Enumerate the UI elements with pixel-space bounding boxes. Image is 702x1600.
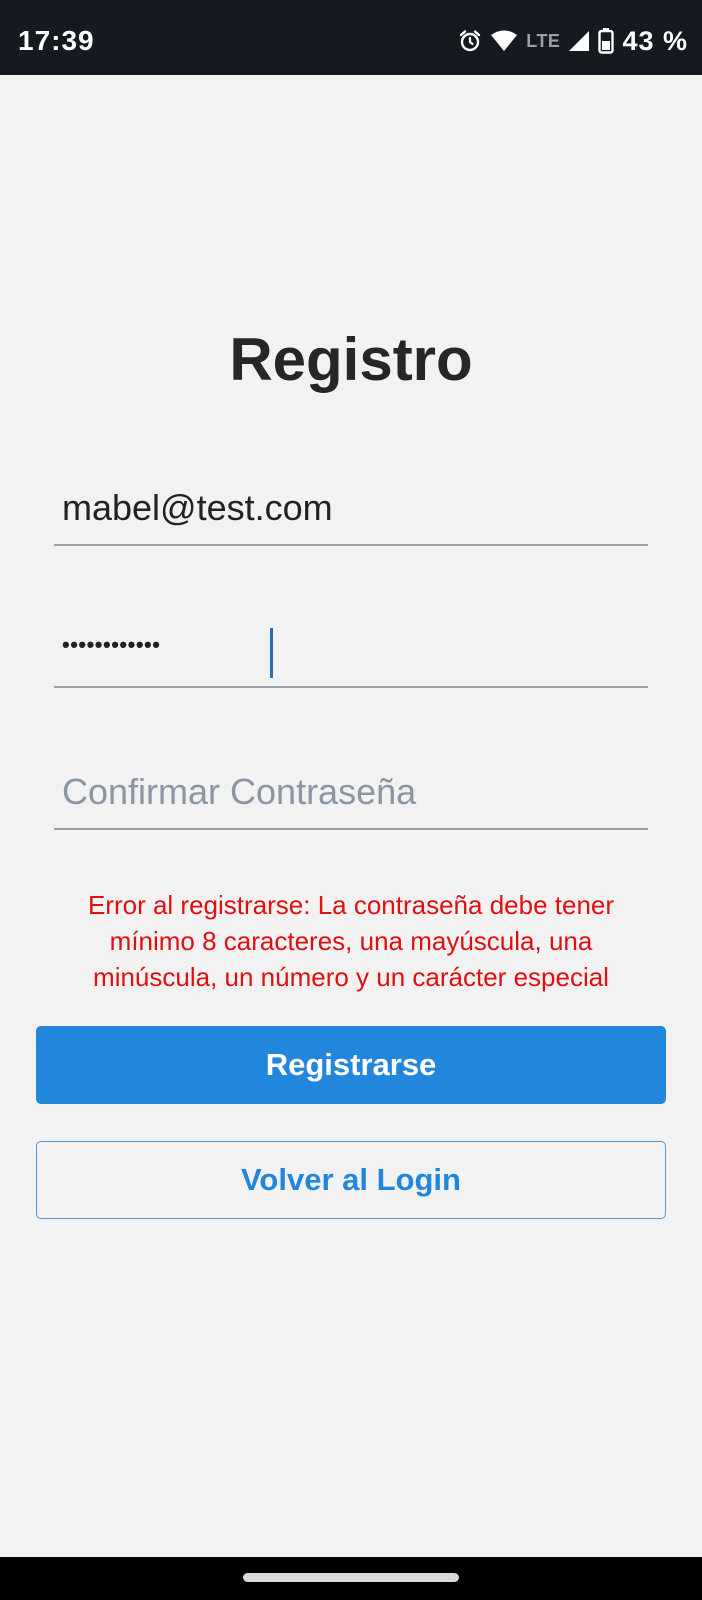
network-type-label: LTE (526, 31, 561, 51)
confirm-password-input[interactable] (62, 758, 642, 826)
error-message: Error al registrarse: La contraseña debe… (87, 890, 615, 992)
register-button[interactable]: Registrarse (36, 1026, 666, 1104)
password-input[interactable]: •••••••••••• (62, 632, 160, 658)
text-cursor (270, 628, 273, 678)
email-field[interactable] (54, 474, 648, 546)
battery-percent: 43 % (622, 26, 688, 56)
cell-signal-icon (568, 30, 590, 52)
status-time: 17:39 (18, 25, 95, 56)
status-bar: 17:39 LTE 43 % (0, 0, 702, 75)
status-icons: LTE 43 % (458, 26, 688, 56)
wifi-icon (490, 29, 518, 53)
password-field[interactable]: •••••••••••• (54, 616, 648, 688)
home-indicator[interactable] (243, 1573, 459, 1582)
navigation-bar (0, 1557, 702, 1600)
email-input[interactable] (62, 474, 642, 542)
page-title: Registro (229, 326, 473, 393)
confirm-password-field[interactable] (54, 758, 648, 830)
alarm-icon (458, 29, 482, 53)
back-to-login-button[interactable]: Volver al Login (36, 1141, 666, 1219)
battery-icon (598, 28, 615, 54)
